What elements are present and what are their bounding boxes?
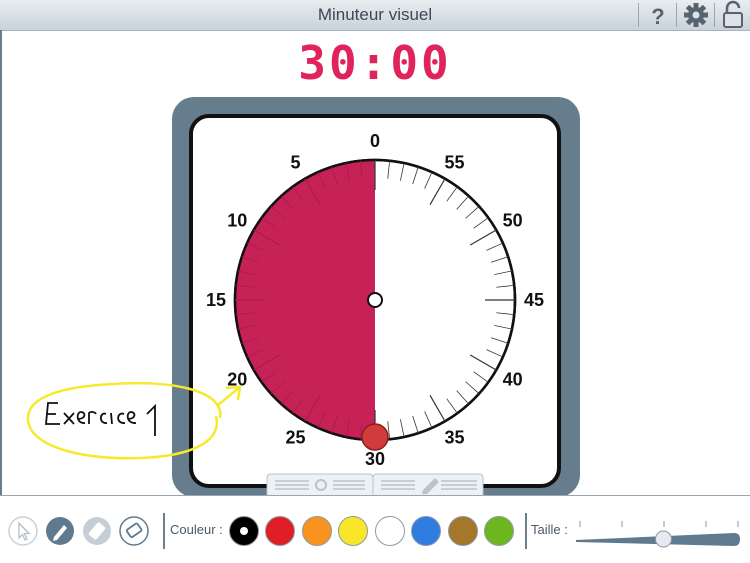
selected-indicator bbox=[240, 527, 248, 535]
highlighter-tool-button[interactable] bbox=[82, 516, 112, 546]
pen-tool-button[interactable] bbox=[45, 516, 75, 546]
title-separator bbox=[638, 3, 639, 27]
dial-center bbox=[367, 292, 383, 308]
dial-label: 15 bbox=[206, 290, 226, 310]
svg-text:?: ? bbox=[651, 4, 664, 29]
digital-readout: 30:00 bbox=[298, 36, 452, 90]
color-swatch-blue[interactable] bbox=[411, 516, 441, 546]
size-slider[interactable] bbox=[574, 515, 744, 551]
color-swatch-brown[interactable] bbox=[448, 516, 478, 546]
toolbar-separator bbox=[525, 513, 527, 549]
title-separator bbox=[714, 3, 715, 27]
panel-tabs[interactable] bbox=[265, 472, 485, 496]
handwritten-annotation bbox=[26, 381, 242, 460]
dial-label: 0 bbox=[370, 131, 380, 151]
dial-label: 55 bbox=[444, 152, 464, 172]
dial-label: 45 bbox=[524, 290, 544, 310]
toolbar-separator bbox=[163, 513, 165, 549]
dial-label: 10 bbox=[227, 211, 247, 231]
dial-label: 25 bbox=[285, 428, 305, 448]
handwritten-text bbox=[45, 402, 156, 436]
dial-label: 30 bbox=[365, 449, 385, 469]
title-bar: Minuteur visuel ? bbox=[0, 0, 750, 31]
color-swatch-green[interactable] bbox=[484, 516, 514, 546]
dial-label: 40 bbox=[503, 370, 523, 390]
lock-icon[interactable] bbox=[716, 0, 750, 30]
help-icon[interactable]: ? bbox=[640, 0, 676, 30]
select-tool-button[interactable] bbox=[8, 516, 38, 546]
color-swatch-red[interactable] bbox=[265, 516, 295, 546]
color-swatch-white[interactable] bbox=[375, 516, 405, 546]
color-swatch-yellow[interactable] bbox=[338, 516, 368, 546]
eraser-tool-button[interactable] bbox=[119, 516, 149, 546]
gear-icon[interactable] bbox=[678, 0, 714, 30]
dial-label: 35 bbox=[444, 428, 464, 448]
color-swatch-orange[interactable] bbox=[302, 516, 332, 546]
dial-label: 50 bbox=[503, 211, 523, 231]
slider-knob[interactable] bbox=[654, 530, 672, 548]
window-edge bbox=[0, 30, 2, 500]
size-label: Taille : bbox=[531, 522, 568, 537]
highlight-circle bbox=[26, 381, 222, 460]
color-swatch-black[interactable] bbox=[229, 516, 259, 546]
color-label: Couleur : bbox=[170, 522, 223, 537]
title-separator bbox=[676, 3, 677, 27]
highlight-arrow bbox=[217, 385, 242, 406]
dial-label: 5 bbox=[290, 152, 300, 172]
timer-handle bbox=[361, 423, 389, 451]
